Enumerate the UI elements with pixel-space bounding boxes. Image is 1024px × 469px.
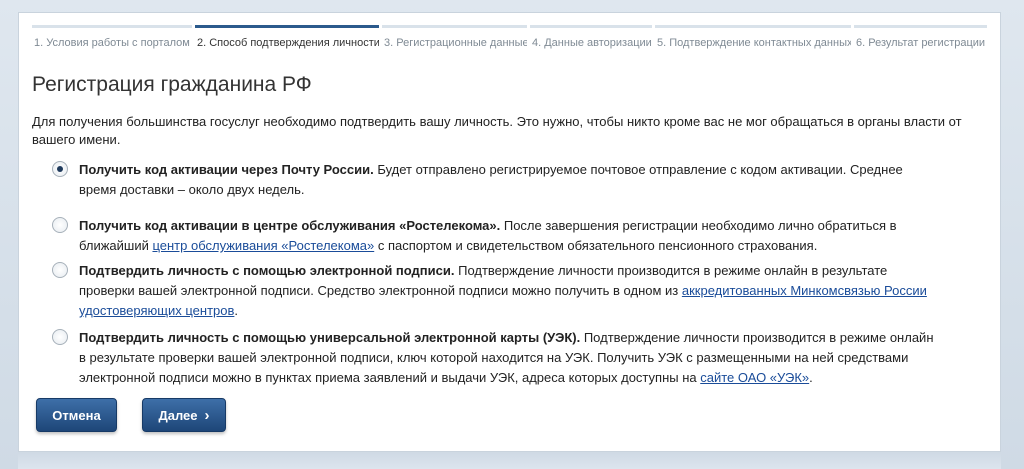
radio-e-signature[interactable]	[52, 262, 68, 278]
chevron-right-icon: ›	[204, 406, 210, 424]
radio-rostelecom[interactable]	[52, 217, 68, 233]
option-e-signature[interactable]: Подтвердить личность с помощью электронн…	[52, 261, 942, 321]
rostelecom-centers-link[interactable]: центр обслуживания «Ростелекома»	[152, 238, 374, 253]
radio-russian-post[interactable]	[52, 161, 68, 177]
option-uek-card[interactable]: Подтвердить личность с помощью универсал…	[52, 328, 942, 388]
wizard-steps: 1. Условия работы с порталом 2. Способ п…	[32, 25, 987, 55]
option-text: Подтвердить личность с помощью электронн…	[79, 263, 927, 318]
step-6: 6. Результат регистрации	[854, 25, 987, 55]
cancel-button[interactable]: Отмена	[36, 398, 117, 432]
option-russian-post[interactable]: Получить код активации через Почту Росси…	[52, 160, 942, 200]
intro-text: Для получения большинства госуслуг необх…	[32, 114, 962, 147]
option-text: Получить код активации через Почту Росси…	[79, 162, 903, 197]
option-rostelecom[interactable]: Получить код активации в центре обслужив…	[52, 216, 942, 256]
uek-site-link[interactable]: сайте ОАО «УЭК»	[700, 370, 809, 385]
step-3: 3. Регистрационные данные	[382, 25, 527, 55]
step-4: 4. Данные авторизации	[530, 25, 652, 55]
step-1: 1. Условия работы с порталом	[32, 25, 192, 55]
step-2-active: 2. Способ подтверждения личности	[195, 25, 379, 55]
registration-panel: 1. Условия работы с порталом 2. Способ п…	[18, 12, 1001, 452]
option-text: Подтвердить личность с помощью универсал…	[79, 330, 934, 385]
step-5: 5. Подтверждение контактных данных	[655, 25, 851, 55]
next-button[interactable]: Далее ›	[142, 398, 226, 432]
option-text: Получить код активации в центре обслужив…	[79, 218, 897, 253]
radio-selected-dot	[57, 166, 63, 172]
radio-uek-card[interactable]	[52, 329, 68, 345]
page-title: Регистрация гражданина РФ	[32, 73, 312, 96]
page-background-strip	[18, 452, 1001, 469]
